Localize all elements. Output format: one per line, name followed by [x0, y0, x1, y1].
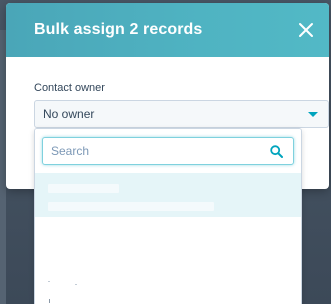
caret-down-icon: [308, 111, 318, 117]
dropdown-option-highlighted[interactable]: [35, 173, 301, 217]
page: Bulk assign 2 records Contact owner No o…: [0, 0, 331, 304]
close-icon: [299, 23, 313, 37]
loading-mark: [49, 299, 50, 303]
contact-owner-select[interactable]: No owner: [34, 100, 329, 128]
modal-body: Contact owner No owner: [6, 57, 329, 128]
modal-header: Bulk assign 2 records: [6, 3, 329, 57]
contact-owner-value: No owner: [43, 107, 95, 121]
modal-title: Bulk assign 2 records: [34, 21, 203, 38]
option-placeholder-line: [48, 184, 119, 193]
loading-mark: [75, 284, 77, 285]
search-input[interactable]: [51, 144, 251, 158]
close-button[interactable]: [297, 21, 315, 39]
owner-dropdown-menu: [34, 128, 302, 304]
loading-mark: [48, 281, 50, 282]
option-placeholder-line: [48, 202, 214, 211]
contact-owner-label: Contact owner: [34, 82, 105, 94]
search-box[interactable]: [42, 137, 294, 165]
search-icon[interactable]: [270, 144, 283, 158]
search-wrap: [35, 129, 301, 173]
